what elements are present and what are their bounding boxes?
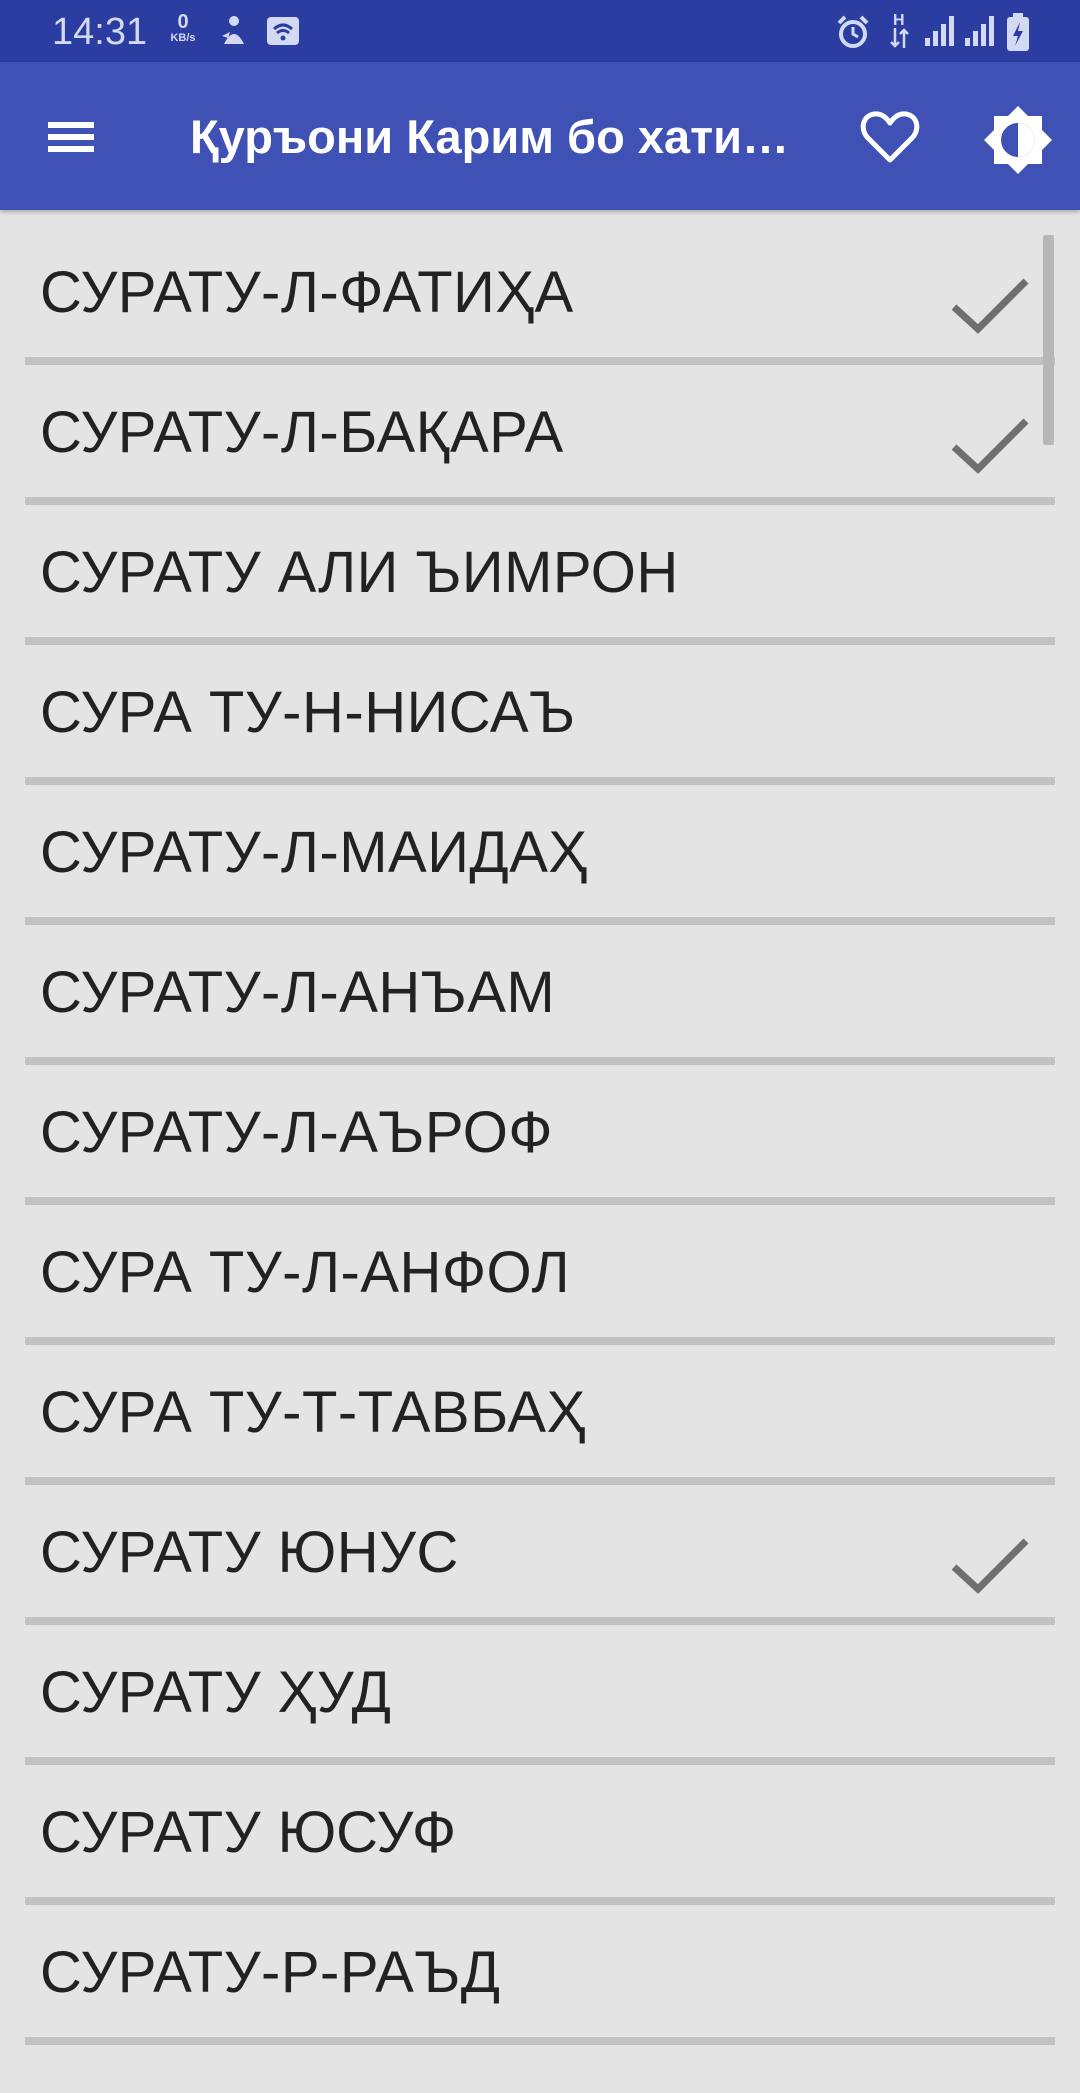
surah-name: СУРАТУ АЛИ ЪИМРОН <box>40 540 679 605</box>
divider <box>25 1617 1055 1625</box>
surah-name: СУРАТУ ЮСУФ <box>40 1800 457 1865</box>
notification-person-icon <box>222 16 244 44</box>
divider <box>25 1477 1055 1485</box>
list-item[interactable]: СУРАТУ-Л-ФАТИҲА <box>0 225 1080 365</box>
favorites-button[interactable] <box>855 102 925 172</box>
list-item[interactable]: СУРАТУ-Л-АЪРОФ <box>0 1065 1080 1205</box>
list-item[interactable]: СУРАТУ-Л-АНЪАМ <box>0 925 1080 1065</box>
list-item[interactable]: СУРАТУ ЮСУФ <box>0 1765 1080 1905</box>
brightness-icon <box>984 106 1052 174</box>
list-item[interactable]: СУРАТУ АЛИ ЪИМРОН <box>0 505 1080 645</box>
scrollbar[interactable] <box>1043 235 1054 445</box>
divider <box>25 2037 1055 2045</box>
battery-icon <box>1007 13 1029 51</box>
list-item[interactable]: СУРАТУ ҲУД <box>0 1625 1080 1765</box>
theme-toggle-button[interactable] <box>980 102 1056 178</box>
divider <box>25 497 1055 505</box>
network-speed: 0 KB/s <box>163 12 203 44</box>
divider <box>25 777 1055 785</box>
surah-name: СУРА ТУ-Н-НИСАЪ <box>40 680 576 745</box>
list-item[interactable]: СУРА ТУ-Н-НИСАЪ <box>0 645 1080 785</box>
signal-strength-icon <box>925 16 954 46</box>
surah-name: СУРА ТУ-Л-АНФОЛ <box>40 1240 571 1305</box>
check-icon <box>951 1538 1029 1594</box>
divider <box>25 637 1055 645</box>
divider <box>25 1897 1055 1905</box>
signal-strength-2-icon <box>965 16 994 46</box>
list-item[interactable]: СУРАТУ ЮНУС <box>0 1485 1080 1625</box>
divider <box>25 1337 1055 1345</box>
divider <box>25 917 1055 925</box>
menu-icon <box>48 122 94 152</box>
list-item[interactable]: СУРАТУ-Р-РАЪД <box>0 1905 1080 2045</box>
surah-name: СУРАТУ-Л-ФАТИҲА <box>40 260 574 325</box>
menu-button[interactable] <box>36 102 106 172</box>
network-speed-value: 0 <box>177 11 189 33</box>
surah-name: СУРАТУ-Р-РАЪД <box>40 1940 501 2005</box>
alarm-icon <box>837 15 869 48</box>
divider <box>25 1757 1055 1765</box>
page-title: Қуръони Карим бо хати кирилли <box>190 110 790 163</box>
check-icon <box>951 278 1029 334</box>
divider <box>25 1197 1055 1205</box>
divider <box>25 1057 1055 1065</box>
network-speed-unit: KB/s <box>170 32 196 44</box>
status-time: 14:31 <box>52 11 148 53</box>
surah-name: СУРАТУ-Л-МАИДАҲ <box>40 820 588 885</box>
surah-name: СУРАТУ ҲУД <box>40 1660 392 1725</box>
list-item[interactable]: СУРА ТУ-Л-АНФОЛ <box>0 1205 1080 1345</box>
app-bar: Қуръони Карим бо хати кирилли <box>0 62 1080 210</box>
surah-name: СУРАТУ ЮНУС <box>40 1520 459 1585</box>
divider <box>25 357 1055 365</box>
list-item[interactable]: СУРАТУ-Л-БАҚАРА <box>0 365 1080 505</box>
wifi-hotspot-icon <box>267 17 299 45</box>
surah-name: СУРАТУ-Л-АЪРОФ <box>40 1100 553 1165</box>
heart-icon <box>860 111 920 163</box>
check-icon <box>951 418 1029 474</box>
battery-level: 7 <box>1038 22 1039 23</box>
surah-name: СУРА ТУ-Т-ТАВБАҲ <box>40 1380 586 1445</box>
surah-name: СУРАТУ-Л-АНЪАМ <box>40 960 556 1025</box>
status-bar: 14:31 0 KB/s H 7 <box>0 0 1080 62</box>
list-item[interactable]: СУРА ТУ-Т-ТАВБАҲ <box>0 1345 1080 1485</box>
surah-name: СУРАТУ-Л-БАҚАРА <box>40 400 564 465</box>
list-item[interactable]: СУРАТУ-Л-МАИДАҲ <box>0 785 1080 925</box>
surah-list: СУРАТУ-Л-ФАТИҲА СУРАТУ-Л-БАҚАРА СУРАТУ АЛИ… <box>0 225 1080 2045</box>
data-transfer-icon <box>890 28 909 48</box>
